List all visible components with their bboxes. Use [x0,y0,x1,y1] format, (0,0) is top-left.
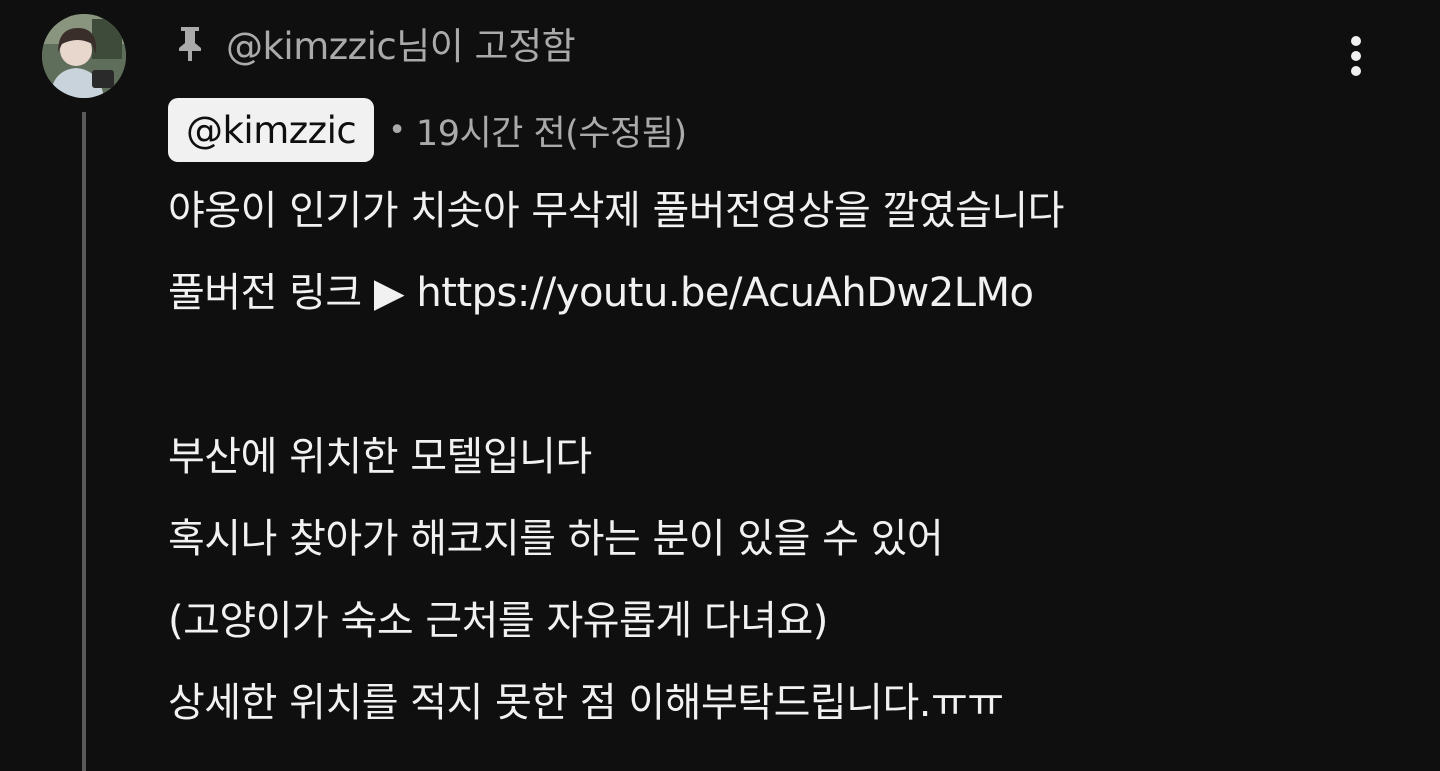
pinned-indicator: @kimzzic님이 고정함 [172,18,576,68]
comment-line: 야옹이 인기가 치솟아 무삭제 풀버전영상을 깔였습니다 [168,188,1064,234]
avatar[interactable] [42,14,126,98]
comment-meta: @kimzzic • 19시간 전(수정됨) [168,98,687,162]
comment-line: 부산에 위치한 모텔입니다 [168,434,592,480]
comment-line: 풀버전 링크 ▶ https://youtu.be/AcuAhDw2LMo [168,258,1318,340]
comment-timestamp[interactable]: 19시간 전(수정됨) [416,105,687,156]
thread-line [82,112,86,771]
pin-icon [179,27,201,61]
more-vertical-icon [1351,36,1361,76]
pinned-label: @kimzzic님이 고정함 [226,25,576,68]
comment-body: 야옹이 인기가 치솟아 무삭제 풀버전영상을 깔였습니다 풀버전 링크 ▶ ht… [168,176,1318,750]
link-prefix: 풀버전 링크 ▶ [168,270,417,316]
comment-line: (고양이가 숙소 근처를 자유롭게 다녀요) [168,598,828,644]
meta-separator: • [388,112,406,148]
comment-line: 상세한 위치를 적지 못한 점 이해부탁드립니다.ㅠㅠ [168,680,1004,726]
video-link[interactable]: https://youtu.be/AcuAhDw2LMo [416,270,1034,316]
author-chip[interactable]: @kimzzic [168,98,375,162]
more-options-button[interactable] [1326,26,1386,86]
comment-line: 혹시나 찾아가 해코지를 하는 분이 있을 수 있어 [168,516,944,562]
